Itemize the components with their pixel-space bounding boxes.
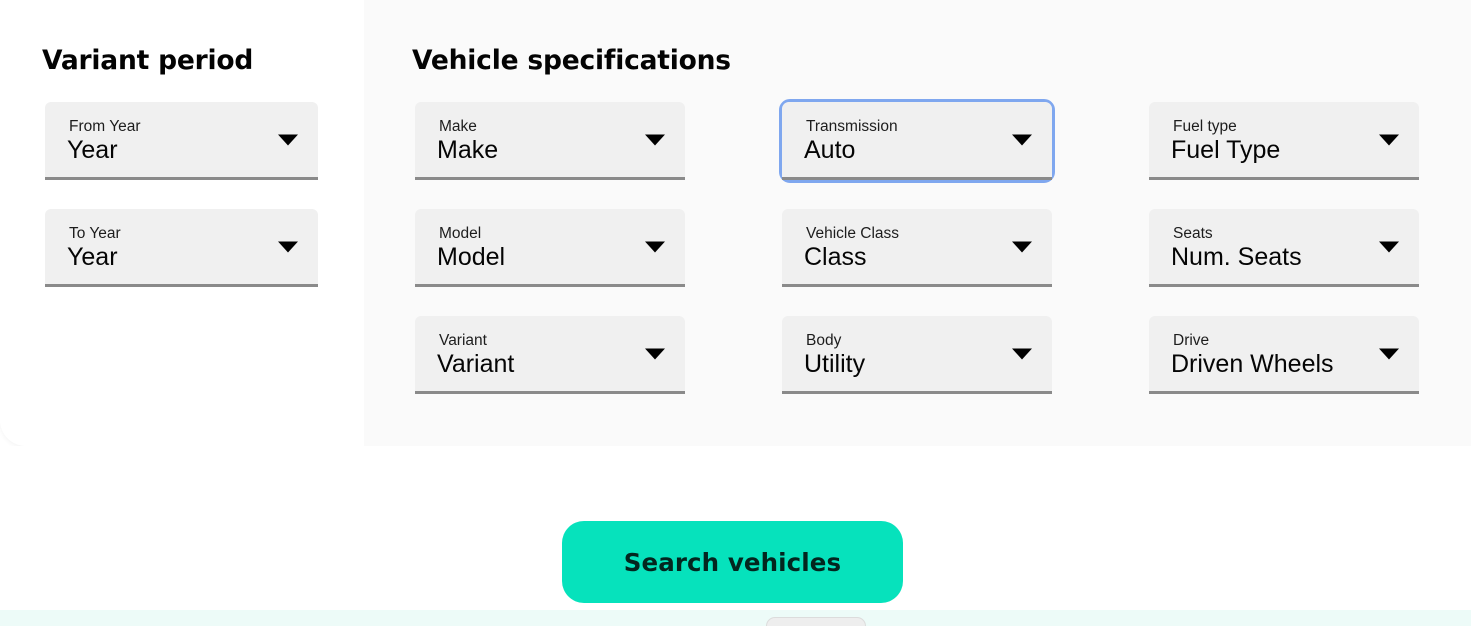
chevron-down-icon[interactable]: [1012, 241, 1032, 252]
select-field-fuel-type[interactable]: Fuel type Fuel Type: [1146, 99, 1422, 183]
chevron-down-icon[interactable]: [1379, 134, 1399, 145]
select-field-drive[interactable]: Drive Driven Wheels: [1146, 313, 1422, 397]
offscreen-panel-peek[interactable]: [766, 617, 866, 626]
chevron-down-icon[interactable]: [1379, 348, 1399, 359]
select-field-model[interactable]: Model Model: [412, 206, 688, 290]
select-field-value-transmission: Auto: [804, 136, 856, 164]
select-field-value-body: Utility: [804, 350, 866, 378]
chevron-down-icon[interactable]: [1012, 134, 1032, 145]
chevron-down-icon[interactable]: [278, 241, 298, 252]
select-field-surface-transmission[interactable]: Transmission Auto: [782, 102, 1052, 180]
select-field-label-from-year: From Year: [69, 118, 141, 135]
chevron-down-icon[interactable]: [1012, 348, 1032, 359]
select-field-surface-from-year[interactable]: From Year Year: [45, 102, 318, 180]
select-field-label-variant: Variant: [439, 332, 487, 349]
search-vehicles-button[interactable]: Search vehicles: [562, 521, 903, 603]
select-field-surface-seats[interactable]: Seats Num. Seats: [1149, 209, 1419, 287]
vehicle-specifications-field-grid: Make Make Transmission Auto Fuel type Fuel Ty…: [412, 99, 1422, 420]
select-field-seats[interactable]: Seats Num. Seats: [1146, 206, 1422, 290]
select-field-value-fuel-type: Fuel Type: [1171, 136, 1281, 164]
select-field-vehicle-class[interactable]: Vehicle Class Class: [779, 206, 1055, 290]
select-field-value-vehicle-class: Class: [804, 243, 867, 271]
select-field-body[interactable]: Body Utility: [779, 313, 1055, 397]
chevron-down-icon[interactable]: [278, 134, 298, 145]
select-field-surface-variant[interactable]: Variant Variant: [415, 316, 685, 394]
select-field-label-vehicle-class: Vehicle Class: [806, 225, 900, 242]
select-field-surface-to-year[interactable]: To Year Year: [45, 209, 318, 287]
select-field-label-seats: Seats: [1173, 225, 1213, 242]
select-field-value-seats: Num. Seats: [1171, 243, 1302, 271]
select-field-surface-drive[interactable]: Drive Driven Wheels: [1149, 316, 1419, 394]
select-field-value-drive: Driven Wheels: [1171, 350, 1334, 378]
select-field-surface-vehicle-class[interactable]: Vehicle Class Class: [782, 209, 1052, 287]
chevron-down-icon[interactable]: [645, 134, 665, 145]
select-field-value-to-year: Year: [67, 243, 118, 271]
select-field-value-model: Model: [437, 243, 506, 271]
select-field-value-variant: Variant: [437, 350, 515, 378]
select-field-label-to-year: To Year: [69, 225, 121, 242]
select-field-label-transmission: Transmission: [806, 118, 898, 135]
select-field-transmission[interactable]: Transmission Auto: [779, 99, 1055, 183]
select-field-surface-fuel-type[interactable]: Fuel type Fuel Type: [1149, 102, 1419, 180]
select-field-label-fuel-type: Fuel type: [1173, 118, 1237, 135]
vehicle-specifications-panel: Vehicle specifications Make Make Transmiss…: [364, 0, 1471, 446]
vehicle-filter-card: Variant period From Year Year To Year Year …: [0, 0, 1471, 446]
action-area: Search vehicles: [0, 446, 1471, 626]
variant-period-title: Variant period: [42, 45, 254, 76]
select-field-value-from-year: Year: [67, 136, 118, 164]
chevron-down-icon[interactable]: [1379, 241, 1399, 252]
variant-period-field-grid: From Year Year To Year Year: [42, 99, 321, 313]
select-field-surface-body[interactable]: Body Utility: [782, 316, 1052, 394]
select-field-label-body: Body: [806, 332, 842, 349]
variant-period-panel: Variant period From Year Year To Year Year: [0, 0, 364, 446]
select-field-surface-model[interactable]: Model Model: [415, 209, 685, 287]
select-field-label-model: Model: [439, 225, 482, 242]
select-field-label-make: Make: [439, 118, 477, 135]
chevron-down-icon[interactable]: [645, 348, 665, 359]
vehicle-specifications-title: Vehicle specifications: [412, 45, 731, 76]
select-field-label-drive: Drive: [1173, 332, 1210, 349]
page-bottom-strip: [0, 610, 1471, 626]
chevron-down-icon[interactable]: [645, 241, 665, 252]
select-field-variant[interactable]: Variant Variant: [412, 313, 688, 397]
select-field-value-make: Make: [437, 136, 499, 164]
select-field-from-year[interactable]: From Year Year: [42, 99, 321, 183]
select-field-surface-make[interactable]: Make Make: [415, 102, 685, 180]
select-field-make[interactable]: Make Make: [412, 99, 688, 183]
select-field-to-year[interactable]: To Year Year: [42, 206, 321, 290]
